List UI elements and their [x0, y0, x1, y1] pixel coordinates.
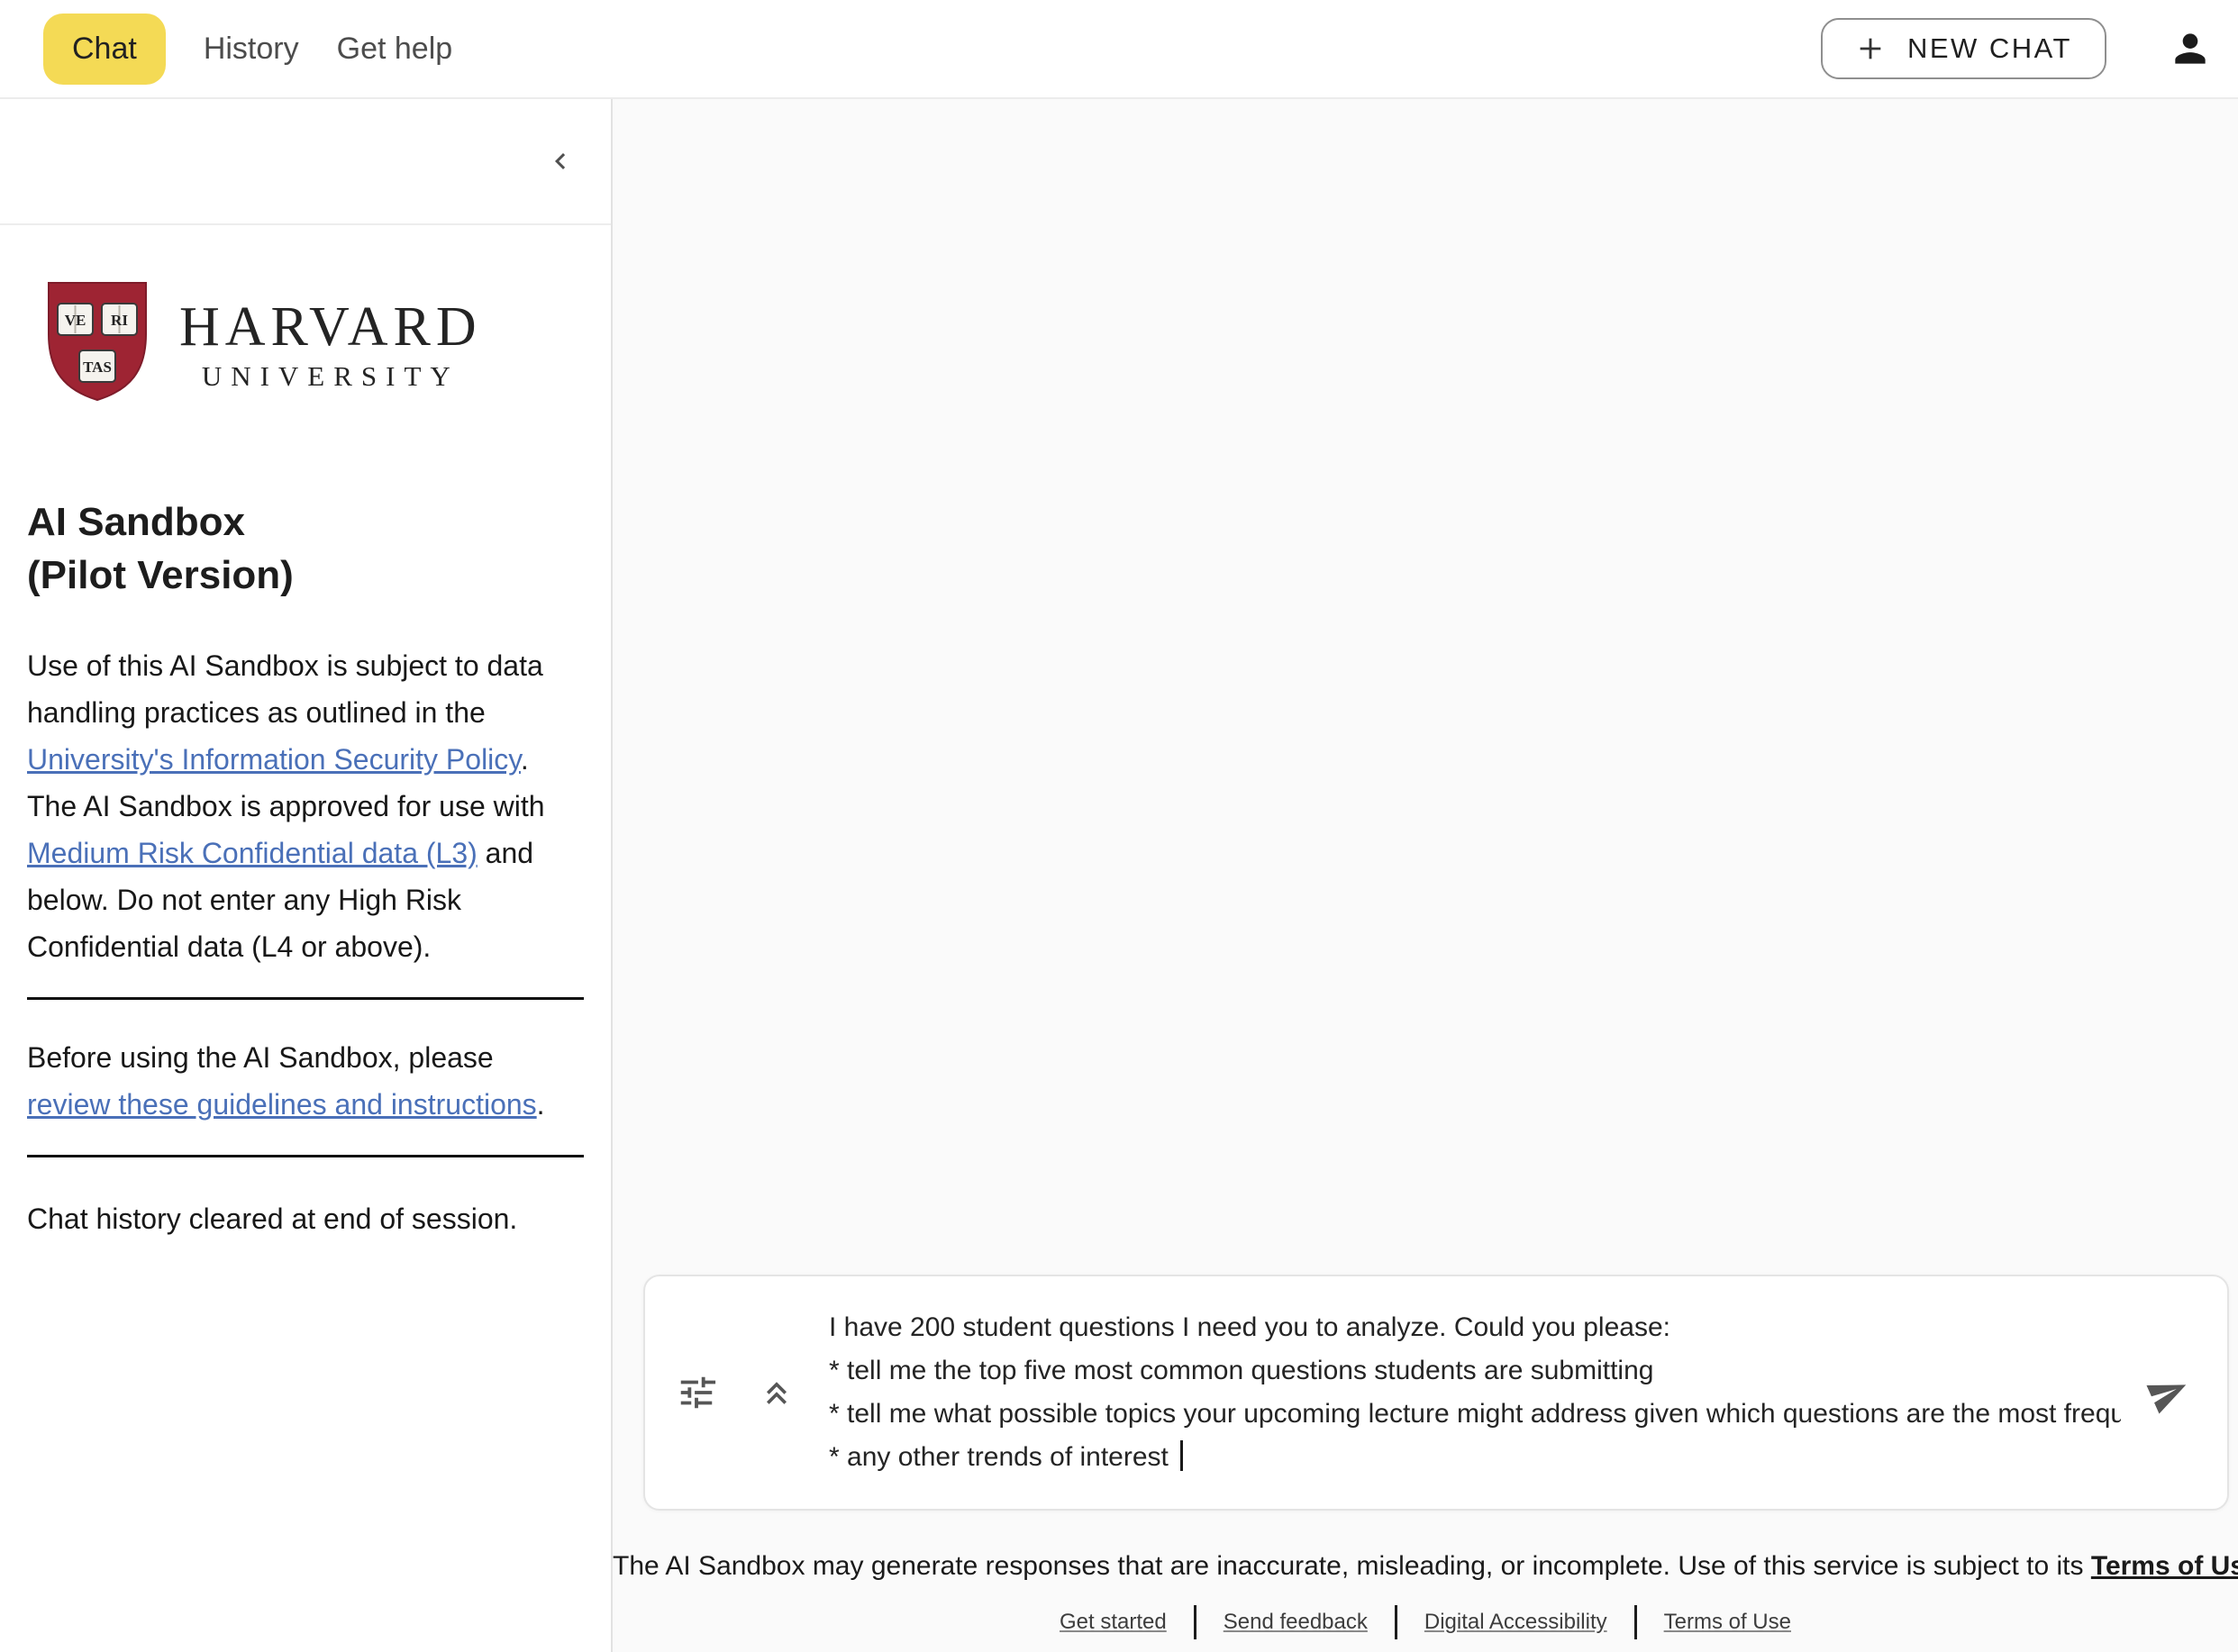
message-input[interactable]: I have 200 student questions I need you … [829, 1306, 2121, 1479]
shield-word-tas: TAS [83, 359, 112, 376]
chat-main-area: I have 200 student questions I need you … [613, 99, 2238, 1652]
app-title-line2: (Pilot Version) [27, 549, 584, 602]
tab-chat[interactable]: Chat [43, 14, 166, 85]
shield-word-ri: RI [111, 312, 128, 329]
shield-word-ve: VE [65, 312, 86, 329]
footer-link-get-started[interactable]: Get started [1060, 1610, 1167, 1635]
disclaimer-text: The AI Sandbox may generate responses th… [613, 1551, 2091, 1581]
data-policy-paragraph: Use of this AI Sandbox is subject to dat… [27, 642, 568, 970]
sidebar: VE RI TAS HARVARD UNIVERSITY [0, 99, 613, 1652]
input-line-3: * tell me what possible topics your upco… [829, 1393, 2121, 1436]
footer-link-digital-accessibility[interactable]: Digital Accessibility [1424, 1610, 1607, 1635]
footer-link-separator [1634, 1605, 1637, 1639]
ai-disclaimer: The AI Sandbox may generate responses th… [613, 1551, 2238, 1582]
collapse-sidebar-icon[interactable] [544, 145, 577, 177]
guidelines-text-2: . [537, 1088, 545, 1121]
sidebar-divider-top [27, 997, 584, 1000]
sidebar-content: VE RI TAS HARVARD UNIVERSITY [0, 225, 611, 1236]
tab-get-help[interactable]: Get help [337, 32, 453, 67]
harvard-logo: VE RI TAS HARVARD UNIVERSITY [42, 277, 584, 410]
input-line-2: * tell me the top five most common quest… [829, 1349, 2121, 1393]
security-policy-link[interactable]: University's Information Security Policy [27, 743, 521, 776]
medium-risk-data-link[interactable]: Medium Risk Confidential data (L3) [27, 837, 478, 869]
harvard-wordmark: HARVARD UNIVERSITY [179, 295, 482, 393]
body: VE RI TAS HARVARD UNIVERSITY [0, 99, 2238, 1652]
guidelines-link[interactable]: review these guidelines and instructions [27, 1088, 537, 1121]
footer-link-separator [1194, 1605, 1196, 1639]
input-line-1: I have 200 student questions I need you … [829, 1306, 2121, 1349]
app-title-line1: AI Sandbox [27, 495, 584, 549]
footer-link-terms-of-use[interactable]: Terms of Use [1664, 1610, 1791, 1635]
text-cursor [1180, 1440, 1183, 1471]
account-icon[interactable] [2168, 26, 2213, 71]
send-icon[interactable] [2148, 1372, 2189, 1413]
footer-link-send-feedback[interactable]: Send feedback [1224, 1610, 1368, 1635]
wordmark-university: UNIVERSITY [179, 360, 482, 393]
footer-link-separator [1395, 1605, 1397, 1639]
new-chat-label: NEW CHAT [1907, 32, 2072, 65]
harvard-shield-icon: VE RI TAS [42, 277, 152, 410]
plus-icon [1855, 33, 1886, 64]
input-line-4: * any other trends of interest [829, 1436, 2121, 1479]
wordmark-harvard: HARVARD [179, 295, 482, 359]
page: Chat History Get help NEW CHAT [0, 0, 2238, 1652]
footer-links: Get started Send feedback Digital Access… [613, 1605, 2238, 1639]
sidebar-divider-bottom [27, 1155, 584, 1157]
tune-settings-icon[interactable] [676, 1372, 717, 1413]
guidelines-paragraph: Before using the AI Sandbox, please revi… [27, 1034, 568, 1128]
policy-text-1: Use of this AI Sandbox is subject to dat… [27, 649, 543, 729]
top-nav: Chat History Get help NEW CHAT [0, 0, 2238, 99]
disclaimer-terms-link[interactable]: Terms of Use. [2091, 1551, 2238, 1581]
session-note: Chat history cleared at end of session. [27, 1203, 584, 1236]
app-title: AI Sandbox (Pilot Version) [27, 495, 584, 602]
tab-history[interactable]: History [204, 32, 299, 67]
sidebar-collapse-row [0, 99, 611, 225]
guidelines-text-1: Before using the AI Sandbox, please [27, 1041, 494, 1074]
message-composer[interactable]: I have 200 student questions I need you … [643, 1275, 2229, 1511]
double-chevron-up-icon[interactable] [757, 1373, 796, 1412]
new-chat-button[interactable]: NEW CHAT [1821, 18, 2106, 79]
